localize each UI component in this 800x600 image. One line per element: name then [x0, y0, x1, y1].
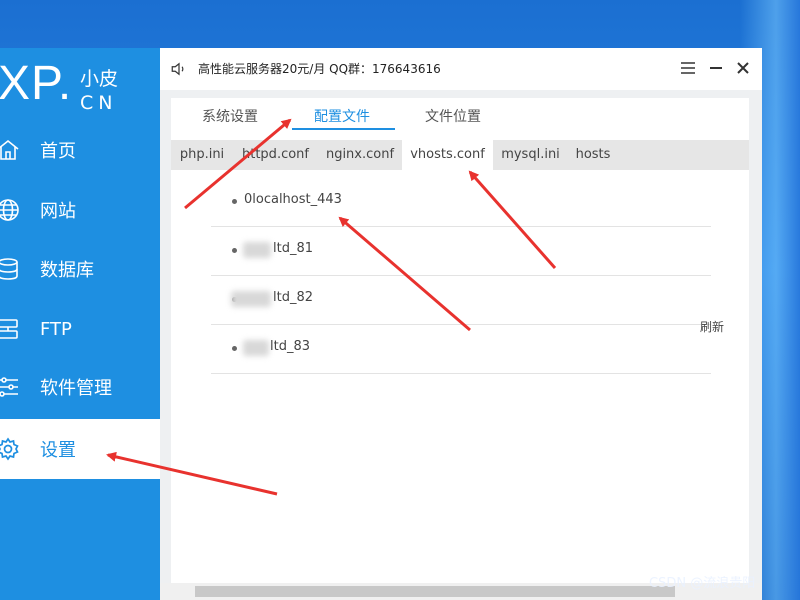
logo-cn-bottom: CN [80, 92, 118, 114]
watermark: CSDN @流浪贵阳 [649, 576, 756, 591]
bullet-icon [232, 199, 237, 204]
tab-file-location[interactable]: 文件位置 [425, 106, 481, 126]
main-area: 高性能云服务器20元/月 QQ群：176643616 系统设置 配置文件 文件位… [160, 48, 762, 600]
subtab-hosts[interactable]: hosts [568, 140, 618, 170]
list-item[interactable]: 0localhost_443 [211, 178, 711, 227]
sidebar-item-ftp[interactable]: FTP [0, 299, 160, 359]
speaker-icon [171, 62, 184, 76]
vhost-name: ltd_82 [273, 290, 314, 305]
subtab-vhosts-conf[interactable]: vhosts.conf [402, 140, 493, 170]
vhost-name: ltd_81 [273, 241, 314, 256]
sidebar: XP. 小皮 CN 首页 网站 数据库 FTP 软件管理 设置 [0, 48, 160, 600]
minimize-button[interactable] [704, 56, 728, 80]
subtab-mysql-ini[interactable]: mysql.ini [493, 140, 568, 170]
close-button[interactable] [731, 56, 755, 80]
redacted-text [243, 242, 271, 258]
sidebar-item-software[interactable]: 软件管理 [0, 357, 160, 417]
globe-icon [0, 199, 19, 221]
gear-icon [0, 437, 19, 461]
list-item[interactable]: ltd_81 [211, 227, 711, 276]
sidebar-item-label: 设置 [40, 440, 76, 461]
app-logo: XP. 小皮 CN [0, 54, 160, 116]
redacted-text [243, 340, 269, 356]
sidebar-item-label: 首页 [40, 141, 76, 162]
scrollbar-thumb[interactable] [195, 586, 675, 597]
logo-cn-top: 小皮 [80, 68, 119, 90]
config-file-tabs: php.ini httpd.conf nginx.conf vhosts.con… [171, 140, 749, 170]
active-tab-indicator [292, 128, 395, 130]
tab-system-settings[interactable]: 系统设置 [202, 106, 258, 126]
sidebar-item-database[interactable]: 数据库 [0, 239, 160, 299]
redacted-text [231, 291, 271, 307]
sidebar-item-label: 软件管理 [40, 378, 112, 399]
bullet-icon [232, 248, 237, 253]
minimize-icon [710, 67, 722, 69]
logo-main-text: XP. [0, 57, 73, 110]
menu-button[interactable] [676, 56, 700, 80]
sidebar-item-settings[interactable]: 设置 [0, 419, 160, 479]
home-icon [0, 139, 19, 160]
server-icon [0, 319, 18, 339]
subtab-php-ini[interactable]: php.ini [171, 140, 233, 170]
sidebar-item-home[interactable]: 首页 [0, 120, 160, 180]
bullet-icon [232, 346, 237, 351]
title-bar: 高性能云服务器20元/月 QQ群：176643616 [160, 48, 762, 90]
database-icon [0, 258, 18, 280]
sidebar-item-label: FTP [40, 318, 72, 340]
settings-panel: 系统设置 配置文件 文件位置 php.ini httpd.conf nginx.… [171, 98, 749, 600]
vhost-name: 0localhost_443 [244, 192, 342, 207]
window-title: 高性能云服务器20元/月 QQ群：176643616 [198, 62, 441, 76]
sidebar-item-label: 数据库 [40, 260, 94, 281]
close-icon [737, 62, 749, 74]
subtab-nginx-conf[interactable]: nginx.conf [318, 140, 402, 170]
menu-icon [681, 62, 695, 74]
vhost-name: ltd_83 [270, 339, 311, 354]
subtab-httpd-conf[interactable]: httpd.conf [233, 140, 318, 170]
list-item[interactable]: ltd_82 [211, 276, 711, 325]
tab-config-files[interactable]: 配置文件 [314, 106, 370, 126]
sidebar-item-label: 网站 [40, 201, 76, 222]
top-tabs: 系统设置 配置文件 文件位置 [171, 98, 749, 138]
list-item[interactable]: ltd_83 [211, 325, 711, 374]
refresh-button[interactable]: 刷新 [700, 318, 724, 335]
sliders-icon [0, 377, 18, 397]
app-window: XP. 小皮 CN 首页 网站 数据库 FTP 软件管理 设置 高性能云服务器2… [0, 48, 762, 600]
sidebar-item-website[interactable]: 网站 [0, 180, 160, 240]
